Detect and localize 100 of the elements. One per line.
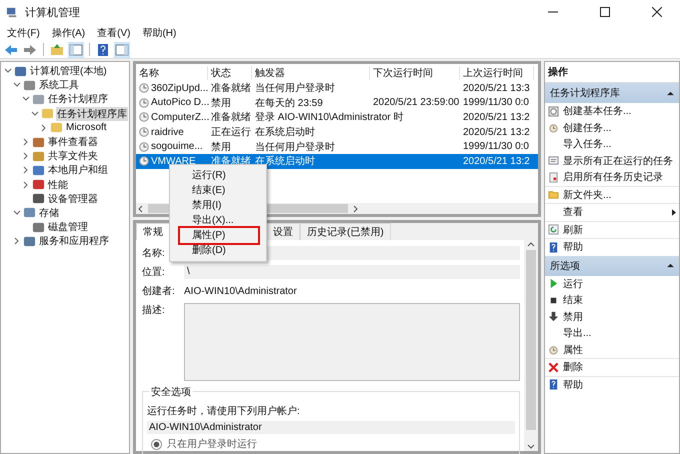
expand-chevron-icon[interactable]: [22, 152, 30, 160]
clock-icon: [548, 122, 559, 134]
column-header[interactable]: 触发器: [252, 66, 370, 80]
action-link[interactable]: 创建任务...: [563, 120, 612, 135]
action-link[interactable]: 帮助: [563, 240, 583, 254]
section-header[interactable]: 所选项: [545, 256, 679, 276]
action-link[interactable]: 创建基本任务...: [563, 104, 632, 118]
table-cell-text: 当任何用户登录时: [255, 82, 335, 96]
context-menu-item[interactable]: 属性(P): [180, 228, 258, 243]
table-cell-text: 登录 AIO-WIN10\Administrator 时: [255, 110, 404, 124]
help-icon[interactable]: [95, 42, 111, 58]
play-icon: [548, 278, 559, 290]
table-cell: 2020/5/21 13:2: [463, 156, 530, 167]
tab[interactable]: 历史记录(已禁用): [300, 223, 391, 240]
column-header[interactable]: 下次运行时间: [370, 66, 460, 80]
expand-chevron-icon[interactable]: [22, 180, 30, 189]
pane-icon[interactable]: [68, 42, 84, 58]
action-link[interactable]: 启用所有任务历史记录: [563, 170, 663, 184]
context-menu-item[interactable]: 运行(R): [170, 168, 266, 183]
action-link[interactable]: 帮助: [563, 378, 583, 392]
menu-item[interactable]: 操作(A): [52, 26, 86, 40]
table-cell: raidrive: [151, 126, 184, 138]
tree-node-icon: [41, 107, 54, 120]
tree-item[interactable]: 计算机管理(本地): [29, 64, 108, 78]
tree-item[interactable]: 磁盘管理: [47, 220, 89, 234]
tree-node-icon: [14, 64, 27, 78]
context-menu-item[interactable]: 导出(X)...: [170, 213, 266, 228]
input-field[interactable]: \: [184, 265, 520, 279]
folder-up-icon[interactable]: [49, 42, 65, 58]
table-cell-text: 准备就绪: [211, 82, 251, 96]
section-title: 所选项: [550, 260, 581, 272]
table-cell-text: 准备就绪: [211, 110, 251, 124]
table-cell-text: 在系统启动时: [255, 126, 315, 140]
context-menu-item[interactable]: 删除(D): [170, 243, 266, 258]
tree-item[interactable]: 存储: [38, 206, 60, 220]
tree-item[interactable]: 任务计划程序: [47, 92, 109, 106]
expand-chevron-icon[interactable]: [31, 110, 39, 118]
action-link[interactable]: 导出...: [563, 326, 592, 340]
menu-item[interactable]: 文件(F): [7, 26, 40, 40]
column-header[interactable]: 上次运行时间: [460, 66, 534, 80]
expand-chevron-icon[interactable]: [22, 166, 30, 174]
tree-node-icon: [32, 220, 45, 234]
tree-item[interactable]: 服务和应用程序: [38, 234, 110, 248]
tree-item[interactable]: Microsoft: [65, 122, 108, 134]
expand-chevron-icon[interactable]: [22, 95, 30, 104]
section-header[interactable]: 任务计划程序库: [545, 83, 679, 103]
expand-chevron-icon[interactable]: [40, 124, 48, 132]
tree-node-icon: [23, 78, 36, 92]
tree-node-icon: [23, 234, 36, 248]
task-row[interactable]: ComputerZ... 准备就绪 登录 AIO-WIN10\Administrator 时 2020/5/21 13:2: [136, 110, 538, 125]
tree-item[interactable]: 事件查看器: [47, 135, 99, 150]
tab[interactable]: 常规: [136, 223, 170, 240]
column-header[interactable]: 名称: [136, 66, 208, 80]
task-row[interactable]: AutoPico D... 禁用 在每天的 23:59 2020/5/21 23:59:00 1999/11/30 0:0: [136, 96, 538, 110]
action-link[interactable]: 禁用: [563, 310, 583, 324]
tree-item[interactable]: 本地用户和组: [47, 163, 109, 178]
table-cell: VMWARE: [151, 156, 196, 167]
action-link[interactable]: 结束: [563, 293, 583, 308]
task-row[interactable]: 360ZipUpd... 准备就绪 当任何用户登录时 2020/5/21 13:3: [136, 81, 538, 96]
action-link[interactable]: 刷新: [563, 222, 583, 237]
task-row[interactable]: raidrive 正在运行 在系统启动时 2020/5/21 13:2: [136, 124, 538, 140]
column-header[interactable]: 状态: [208, 66, 252, 80]
document-icon: [548, 106, 559, 117]
refresh-icon: [548, 224, 559, 236]
expand-chevron-icon[interactable]: [13, 237, 21, 246]
maximize-icon[interactable]: [600, 7, 610, 17]
clock-icon: [139, 83, 149, 94]
tree-item[interactable]: 任务计划程序库: [56, 106, 128, 121]
action-link[interactable]: 属性: [563, 342, 583, 357]
action-link[interactable]: 显示所有正在运行的任务: [563, 154, 673, 168]
expand-chevron-icon[interactable]: [4, 67, 12, 76]
task-row[interactable]: sogouime... 禁用 当任何用户登录时 1999/11/30 0:0: [136, 139, 538, 154]
collapse-triangle-icon[interactable]: [667, 90, 674, 96]
tree-item[interactable]: 设备管理器: [47, 192, 99, 206]
tree-node-icon: [23, 206, 36, 220]
expand-chevron-icon[interactable]: [13, 208, 21, 217]
tree-item[interactable]: 共享文件夹: [47, 149, 99, 164]
tree-item[interactable]: 系统工具: [38, 78, 80, 92]
context-menu-item[interactable]: 禁用(I): [170, 198, 266, 213]
action-link[interactable]: 导入任务...: [563, 137, 612, 152]
history-icon: [548, 172, 559, 183]
computer-icon: [6, 6, 19, 18]
tab[interactable]: 设置: [266, 223, 300, 240]
field-label: 位置:: [142, 266, 166, 279]
collapse-triangle-icon[interactable]: [667, 263, 674, 268]
expand-chevron-icon[interactable]: [22, 138, 30, 146]
action-link[interactable]: 删除: [563, 360, 583, 374]
action-link[interactable]: 新文件夹...: [563, 188, 612, 202]
action-link[interactable]: 查看: [563, 205, 583, 220]
account-field: AIO-WIN10\Administrator: [147, 421, 515, 434]
close-icon[interactable]: [652, 7, 662, 17]
window-title: 计算机管理: [25, 6, 80, 20]
action-link[interactable]: 运行: [563, 276, 583, 291]
expand-chevron-icon[interactable]: [13, 81, 21, 90]
menu-item[interactable]: 帮助(H): [142, 26, 176, 40]
tree-item[interactable]: 性能: [47, 178, 69, 192]
vertical-scrollbar[interactable]: [524, 240, 538, 451]
menu-item[interactable]: 查看(V): [97, 26, 130, 40]
context-menu-item[interactable]: 结束(E): [170, 183, 266, 198]
pane-icon[interactable]: [114, 42, 130, 58]
